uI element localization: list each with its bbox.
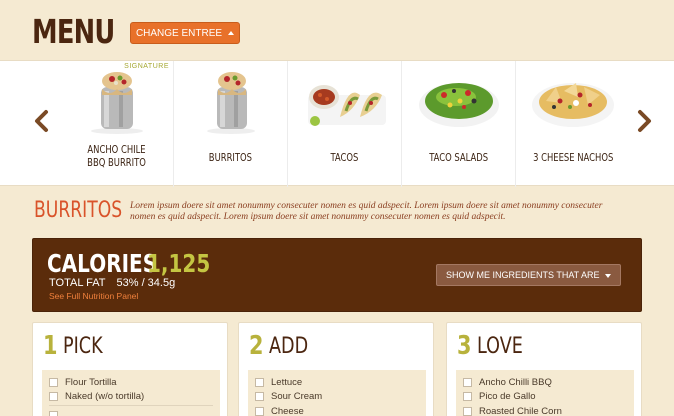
fat-label: TOTAL FAT: [49, 277, 106, 289]
option-label: Flour Tortilla: [65, 376, 117, 388]
checkbox[interactable]: [463, 392, 472, 402]
nachos-icon: [532, 83, 614, 127]
section-description: Lorem ipsum doere sit amet nonummy conse…: [130, 201, 603, 222]
option-anchol-chilli-bbq[interactable]: Ancho Chilli BBQ: [463, 375, 627, 390]
checkbox[interactable]: [255, 406, 264, 416]
step-card-add: 2 ADD Lettuce Sour Cream Cheese: [238, 322, 434, 416]
checkbox[interactable]: [255, 392, 264, 402]
checkbox[interactable]: [49, 392, 58, 402]
option-label: Pico de Gallo: [479, 391, 536, 403]
caret-up-icon: [228, 31, 235, 35]
salad-icon: [418, 83, 499, 127]
carousel-item-taco-salads[interactable]: TACO SALADS: [402, 61, 516, 187]
carousel-item-3-cheese-nachos[interactable]: 3 CHEESE NACHOS: [516, 61, 630, 187]
checkbox[interactable]: [463, 406, 472, 416]
option-lettuce[interactable]: Lettuce: [255, 375, 419, 390]
burrito-icon: [90, 72, 143, 134]
checkbox[interactable]: [463, 377, 472, 387]
change-entree-button[interactable]: CHANGE ENTREE: [130, 22, 240, 44]
option-list: Ancho Chilli BBQ Pico de Gallo Roasted C…: [456, 370, 634, 416]
checkbox[interactable]: [49, 377, 58, 387]
step-card-pick: 1 PICK Flour Tortilla Naked (w/o tortill…: [32, 322, 228, 416]
option-naked[interactable]: Naked (w/o tortilla): [49, 390, 213, 405]
step-number: 2: [249, 331, 264, 361]
option-label: Sour Cream: [271, 391, 323, 403]
change-entree-label: CHANGE ENTREE: [135, 27, 223, 39]
burrito-icon: [206, 72, 255, 134]
step-number: 3: [457, 331, 472, 361]
option-sour-cream[interactable]: Sour Cream: [255, 390, 419, 405]
nutrition-panel-link[interactable]: See Full Nutrition Panel: [49, 291, 138, 301]
option-label: Roasted Chile Corn: [479, 405, 562, 416]
step-title: PICK: [63, 334, 103, 359]
section-title: BURRITOS: [34, 198, 123, 223]
carousel-next-button[interactable]: [634, 109, 654, 133]
carousel-prev-button[interactable]: [32, 109, 52, 133]
header: MENU CHANGE ENTREE: [0, 0, 674, 60]
step-title: LOVE: [477, 334, 523, 359]
option-label: Naked (w/o tortilla): [65, 391, 145, 403]
carousel-item-burritos[interactable]: BURRITOS: [174, 61, 288, 187]
carousel-item-label: TACOS: [330, 151, 359, 164]
chevron-right-icon: [638, 110, 651, 132]
ingredients-filter-label: SHOW ME INGREDIENTS THAT ARE: [446, 270, 600, 280]
calories-value: 1,125: [147, 249, 211, 278]
page-title: MENU: [32, 12, 115, 51]
fat-value: 53% / 34.5g: [116, 277, 176, 289]
option-flour-tortilla[interactable]: Flour Tortilla: [49, 375, 213, 390]
option-roasted-chile-corn[interactable]: Roasted Chile Corn: [463, 404, 627, 416]
option-pico-de-gallo[interactable]: Pico de Gallo: [463, 390, 627, 405]
carousel-item-label: 3 CHEESE NACHOS: [532, 151, 614, 164]
carousel-item-label: TACO SALADS: [429, 151, 488, 164]
option-label: Ancho Chilli BBQ: [479, 376, 552, 388]
checkbox[interactable]: [255, 377, 264, 387]
step-number: 1: [43, 331, 58, 361]
option-label: Cheese: [271, 405, 304, 416]
step-title: ADD: [269, 334, 309, 359]
carousel-item-label: ANCHO CHILE BBQ BURRITO: [87, 143, 146, 169]
entree-carousel: SIGNATURE ANCHO CHILE BBQ BURRITO BURRIT…: [0, 60, 674, 187]
carousel-item-ancho-chile-bbq-burrito[interactable]: SIGNATURE ANCHO CHILE BBQ BURRITO: [60, 61, 174, 187]
calories-label: CALORIES: [47, 249, 158, 278]
tacos-icon: [307, 85, 386, 126]
option-partial[interactable]: [49, 408, 213, 416]
ingredients-filter-dropdown[interactable]: SHOW ME INGREDIENTS THAT ARE: [436, 264, 621, 286]
chevron-left-icon: [35, 110, 48, 132]
nutrition-panel: CALORIES 1,125 TOTAL FAT 53% / 34.5g See…: [32, 238, 642, 312]
option-list: Flour Tortilla Naked (w/o tortilla): [42, 370, 220, 416]
carousel-item-label: BURRITOS: [208, 151, 253, 164]
option-list: Lettuce Sour Cream Cheese: [248, 370, 426, 416]
caret-down-icon: [605, 274, 611, 278]
step-card-love: 3 LOVE Ancho Chilli BBQ Pico de Gallo Ro…: [446, 322, 642, 416]
divider: [49, 405, 213, 406]
option-label: Lettuce: [271, 376, 303, 388]
option-cheese[interactable]: Cheese: [255, 404, 419, 416]
total-fat: TOTAL FAT 53% / 34.5g: [49, 277, 175, 289]
signature-badge: SIGNATURE: [124, 63, 169, 70]
carousel-item-tacos[interactable]: TACOS: [288, 61, 402, 187]
checkbox[interactable]: [49, 410, 58, 416]
